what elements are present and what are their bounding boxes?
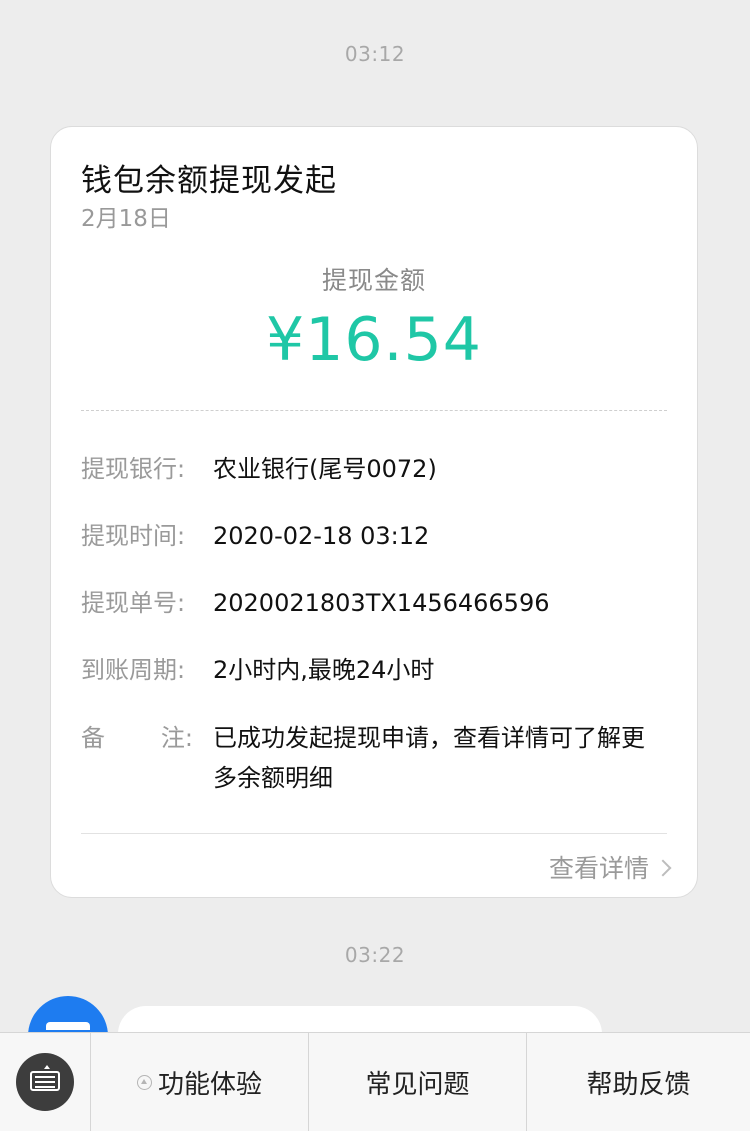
- keyboard-icon: [30, 1065, 60, 1091]
- detail-value-order-number: 2020021803TX1456466596: [213, 589, 550, 617]
- menu-tab-label: 常见问题: [365, 1069, 470, 1100]
- detail-label-order-number: 提现单号:: [81, 589, 186, 617]
- menu-tab-feature-experience[interactable]: 功能体验: [91, 1033, 309, 1131]
- menu-tab-help-feedback[interactable]: 帮助反馈: [527, 1033, 750, 1131]
- detail-value-time: 2020-02-18 03:12: [213, 522, 430, 550]
- detail-label-remark-start: 备: [81, 724, 105, 752]
- menu-tab-faq[interactable]: 常见问题: [309, 1033, 527, 1131]
- timestamp-second: 03:22: [344, 943, 406, 967]
- submenu-indicator-icon: [136, 1074, 152, 1090]
- detail-label-bank: 提现银行:: [81, 455, 186, 483]
- detail-label-time: 提现时间:: [81, 522, 186, 550]
- view-details-link[interactable]: 查看详情: [548, 849, 672, 885]
- detail-label-arrival-period: 到账周期:: [81, 656, 186, 684]
- card-footer-divider: [81, 833, 667, 834]
- card-title: 钱包余额提现发起: [81, 163, 337, 199]
- timestamp-first: 03:12: [344, 42, 406, 66]
- view-details-label: 查看详情: [548, 854, 649, 883]
- amount-value: ¥16.54: [266, 305, 482, 375]
- menu-tab-label: 帮助反馈: [586, 1069, 691, 1100]
- dashed-divider: [81, 410, 667, 411]
- withdrawal-notification-card[interactable]: 钱包余额提现发起 2月18日 提现金额 ¥16.54 提现银行: 农业银行(尾号…: [50, 126, 698, 898]
- detail-value-arrival-period: 2小时内,最晚24小时: [213, 656, 435, 684]
- detail-label-remark-end: 注:: [160, 724, 193, 752]
- detail-label-remark: 备 注:: [81, 718, 193, 758]
- chevron-right-icon: [654, 859, 672, 877]
- bottom-menu-bar: 功能体验 常见问题 帮助反馈: [0, 1032, 750, 1131]
- keyboard-toggle-cell: [0, 1033, 91, 1131]
- keyboard-toggle-button[interactable]: [16, 1053, 74, 1111]
- menu-tab-label: 功能体验: [157, 1069, 262, 1100]
- amount-label: 提现金额: [321, 266, 426, 295]
- card-date: 2月18日: [81, 206, 171, 232]
- detail-value-remark: 已成功发起提现申请，查看详情可了解更多余额明细: [213, 724, 645, 792]
- detail-value-bank: 农业银行(尾号0072): [213, 455, 437, 483]
